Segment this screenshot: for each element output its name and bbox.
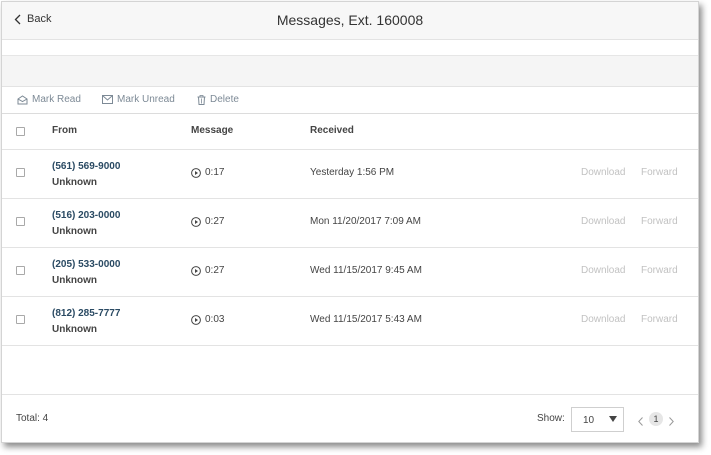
caller-phone-link[interactable]: (205) 533-0000 (52, 259, 120, 270)
page-size-value: 10 (583, 415, 595, 426)
delete-button[interactable]: Delete (197, 94, 239, 105)
caller-name: Unknown (52, 226, 97, 237)
top-bar: Back Messages, Ext. 160008 (2, 2, 698, 40)
play-message-button[interactable]: 0:27 (191, 216, 224, 227)
row-checkbox[interactable] (16, 217, 25, 226)
download-link[interactable]: Download (581, 314, 625, 325)
message-duration: 0:03 (205, 314, 225, 325)
caller-phone-link[interactable]: (516) 203-0000 (52, 210, 120, 221)
page-title: Messages, Ext. 160008 (276, 12, 424, 28)
table-row: (516) 203-0000 Unknown 0:27 Mon 11/20/20… (2, 199, 698, 248)
play-icon (191, 216, 201, 227)
received-time: Wed 11/15/2017 9:45 AM (310, 265, 422, 276)
caller-name: Unknown (52, 177, 97, 188)
forward-link[interactable]: Forward (641, 167, 678, 178)
spacer-band (2, 40, 698, 56)
received-time: Wed 11/15/2017 5:43 AM (310, 314, 422, 325)
play-message-button[interactable]: 0:03 (191, 314, 224, 325)
caret-down-icon (609, 416, 617, 422)
column-header-message[interactable]: Message (191, 125, 233, 136)
caller-name: Unknown (52, 275, 97, 286)
row-checkbox[interactable] (16, 266, 25, 275)
forward-link[interactable]: Forward (641, 265, 678, 276)
total-count: Total: 4 (16, 413, 49, 424)
play-message-button[interactable]: 0:17 (191, 167, 224, 178)
download-link[interactable]: Download (581, 216, 625, 227)
mark-unread-button[interactable]: Mark Unread (102, 94, 175, 105)
received-time: Mon 11/20/2017 7:09 AM (310, 216, 422, 227)
column-header-received[interactable]: Received (310, 125, 354, 136)
envelope-open-icon (17, 94, 28, 104)
table-row: (205) 533-0000 Unknown 0:27 Wed 11/15/20… (2, 248, 698, 297)
chevron-right-icon (669, 417, 674, 426)
message-duration: 0:27 (205, 265, 225, 276)
table-footer: Total: 4 Show: 10 1 (2, 394, 698, 442)
table-row: (561) 569-9000 Unknown 0:17 Yesterday 1:… (2, 150, 698, 199)
mark-unread-label: Mark Unread (117, 94, 175, 105)
caller-name: Unknown (52, 324, 97, 335)
filter-bar (2, 56, 698, 87)
row-checkbox[interactable] (16, 168, 25, 177)
play-icon (191, 167, 201, 178)
mark-read-button[interactable]: Mark Read (17, 94, 81, 105)
column-header-from[interactable]: From (52, 125, 77, 136)
table-header: From Message Received (2, 114, 698, 150)
previous-page-button[interactable] (638, 413, 643, 431)
messages-window: Back Messages, Ext. 160008 Mark Read Mar… (1, 1, 699, 443)
page-number-button[interactable]: 1 (649, 412, 663, 426)
select-all-checkbox[interactable] (16, 127, 25, 136)
play-icon (191, 314, 201, 325)
next-page-button[interactable] (669, 413, 674, 431)
envelope-icon (102, 95, 113, 104)
play-icon (191, 265, 201, 276)
message-duration: 0:17 (205, 167, 225, 178)
delete-label: Delete (210, 94, 239, 105)
download-link[interactable]: Download (581, 167, 625, 178)
row-checkbox[interactable] (16, 315, 25, 324)
chevron-left-icon (638, 417, 643, 426)
trash-icon (197, 94, 206, 105)
action-toolbar: Mark Read Mark Unread Delete (2, 87, 698, 114)
show-label: Show: (537, 413, 565, 424)
mark-read-label: Mark Read (32, 94, 81, 105)
page-size-select[interactable]: 10 (571, 407, 624, 432)
caller-phone-link[interactable]: (812) 285-7777 (52, 308, 120, 319)
received-time: Yesterday 1:56 PM (310, 167, 395, 178)
caller-phone-link[interactable]: (561) 569-9000 (52, 161, 120, 172)
forward-link[interactable]: Forward (641, 314, 678, 325)
download-link[interactable]: Download (581, 265, 625, 276)
play-message-button[interactable]: 0:27 (191, 265, 224, 276)
table-row: (812) 285-7777 Unknown 0:03 Wed 11/15/20… (2, 297, 698, 346)
message-duration: 0:27 (205, 216, 225, 227)
forward-link[interactable]: Forward (641, 216, 678, 227)
